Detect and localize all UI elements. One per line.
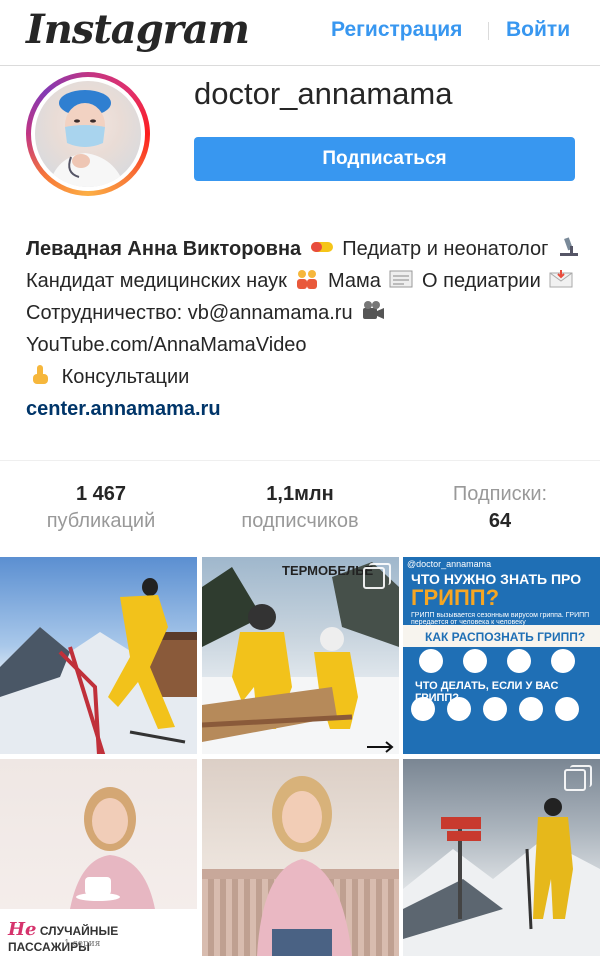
post-thumbnail[interactable]: ТЕРМОБЕЛЬЕ bbox=[202, 557, 399, 754]
register-link[interactable]: Регистрация bbox=[331, 18, 462, 42]
infographic-title-main: ГРИПП? bbox=[411, 585, 500, 610]
followers-count-label: подписчиков bbox=[241, 510, 359, 532]
doctor-avatar-icon bbox=[49, 90, 125, 187]
post-photo bbox=[0, 578, 197, 754]
profile-stats: 1 467 публикаций 1,1млн подписчиков Подп… bbox=[0, 460, 600, 557]
post-thumbnail[interactable] bbox=[0, 557, 197, 754]
envelope-icon bbox=[549, 270, 573, 288]
following-count[interactable]: Подписки: 64 bbox=[440, 483, 560, 533]
bio-segment: Сотрудничество: vb@annamama.ru bbox=[26, 302, 353, 324]
post-thumbnail[interactable] bbox=[202, 759, 399, 956]
post-caption: Не СЛУЧАЙНЫЕ ПАССАЖИРЫ bbox=[8, 919, 119, 954]
handwash-icon bbox=[447, 697, 471, 721]
bio-segment: YouTube.com/AnnaMamaVideo bbox=[26, 334, 307, 356]
post-thumbnail[interactable] bbox=[403, 759, 600, 956]
followers-count-value: 1,1млн bbox=[266, 483, 334, 505]
advice-icons bbox=[411, 697, 591, 723]
profile-username: doctor_annamama bbox=[194, 76, 453, 111]
follow-button[interactable]: Подписаться bbox=[194, 137, 575, 181]
pill-icon bbox=[310, 242, 333, 252]
cough-icon bbox=[507, 649, 531, 673]
nav-divider bbox=[488, 22, 489, 40]
bio-website-link[interactable]: center.annamama.ru bbox=[26, 393, 586, 425]
following-count-label: Подписки: bbox=[452, 483, 548, 505]
profile-bio: Левадная Анна Викторовна Педиатр и неона… bbox=[26, 233, 586, 425]
posts-grid: ТЕРМОБЕЛЬЕ @doctor_annamama ЧТО НУЖНО ЗН… bbox=[0, 557, 600, 959]
post-caption-title: ТЕРМОБЕЛЬЕ bbox=[282, 563, 374, 578]
symptom-icons bbox=[411, 649, 591, 675]
infographic-question: КАК РАСПОЗНАТЬ ГРИПП? bbox=[425, 630, 586, 644]
posts-count-label: публикаций bbox=[46, 510, 156, 532]
post-thumbnail[interactable]: Не СЛУЧАЙНЫЕ ПАССАЖИРЫ 1 серия bbox=[0, 759, 197, 956]
tissue-icon bbox=[411, 697, 435, 721]
headache-icon bbox=[463, 649, 487, 673]
newspaper-icon bbox=[389, 270, 413, 288]
bio-segment: Консультации bbox=[61, 366, 190, 388]
story-ring[interactable] bbox=[26, 72, 150, 196]
infographic-subtitle: ГРИПП вызывается сезонным вирусом гриппа… bbox=[411, 612, 590, 626]
bio-segment: Мама bbox=[327, 270, 381, 292]
thermometer-icon bbox=[419, 649, 443, 673]
pointing-down-icon bbox=[33, 365, 48, 384]
bio-segment: О педиатрии bbox=[422, 270, 541, 292]
following-count-value: 64 bbox=[488, 510, 512, 532]
avatar[interactable] bbox=[31, 77, 145, 191]
bio-segment: Педиатр и неонатолог bbox=[342, 238, 549, 260]
microscope-icon bbox=[559, 237, 578, 256]
muscle-pain-icon bbox=[551, 649, 575, 673]
posts-count-value: 1 467 bbox=[75, 483, 127, 505]
family-icon bbox=[297, 270, 318, 289]
doctor-icon bbox=[555, 697, 579, 721]
rest-icon bbox=[483, 697, 507, 721]
followers-count[interactable]: 1,1млн подписчиков bbox=[230, 483, 370, 533]
post-handle: @doctor_annamama bbox=[407, 559, 492, 569]
top-bar: Instagram Регистрация Войти bbox=[0, 0, 600, 66]
instagram-logo[interactable]: Instagram bbox=[26, 6, 250, 53]
gallery-icon bbox=[363, 563, 391, 589]
video-camera-icon bbox=[363, 301, 385, 319]
post-photo bbox=[202, 776, 399, 956]
bio-segment: Кандидат медицинских наук bbox=[26, 270, 287, 292]
bio-full-name: Левадная Анна Викторовна bbox=[26, 238, 302, 260]
gallery-icon bbox=[564, 765, 592, 791]
login-link[interactable]: Войти bbox=[506, 18, 570, 42]
post-episode: 1 серия bbox=[64, 939, 101, 949]
drink-icon bbox=[519, 697, 543, 721]
post-thumbnail[interactable]: @doctor_annamama ЧТО НУЖНО ЗНАТЬ ПРО ГРИ… bbox=[403, 557, 600, 754]
posts-count: 1 467 публикаций bbox=[36, 483, 166, 533]
